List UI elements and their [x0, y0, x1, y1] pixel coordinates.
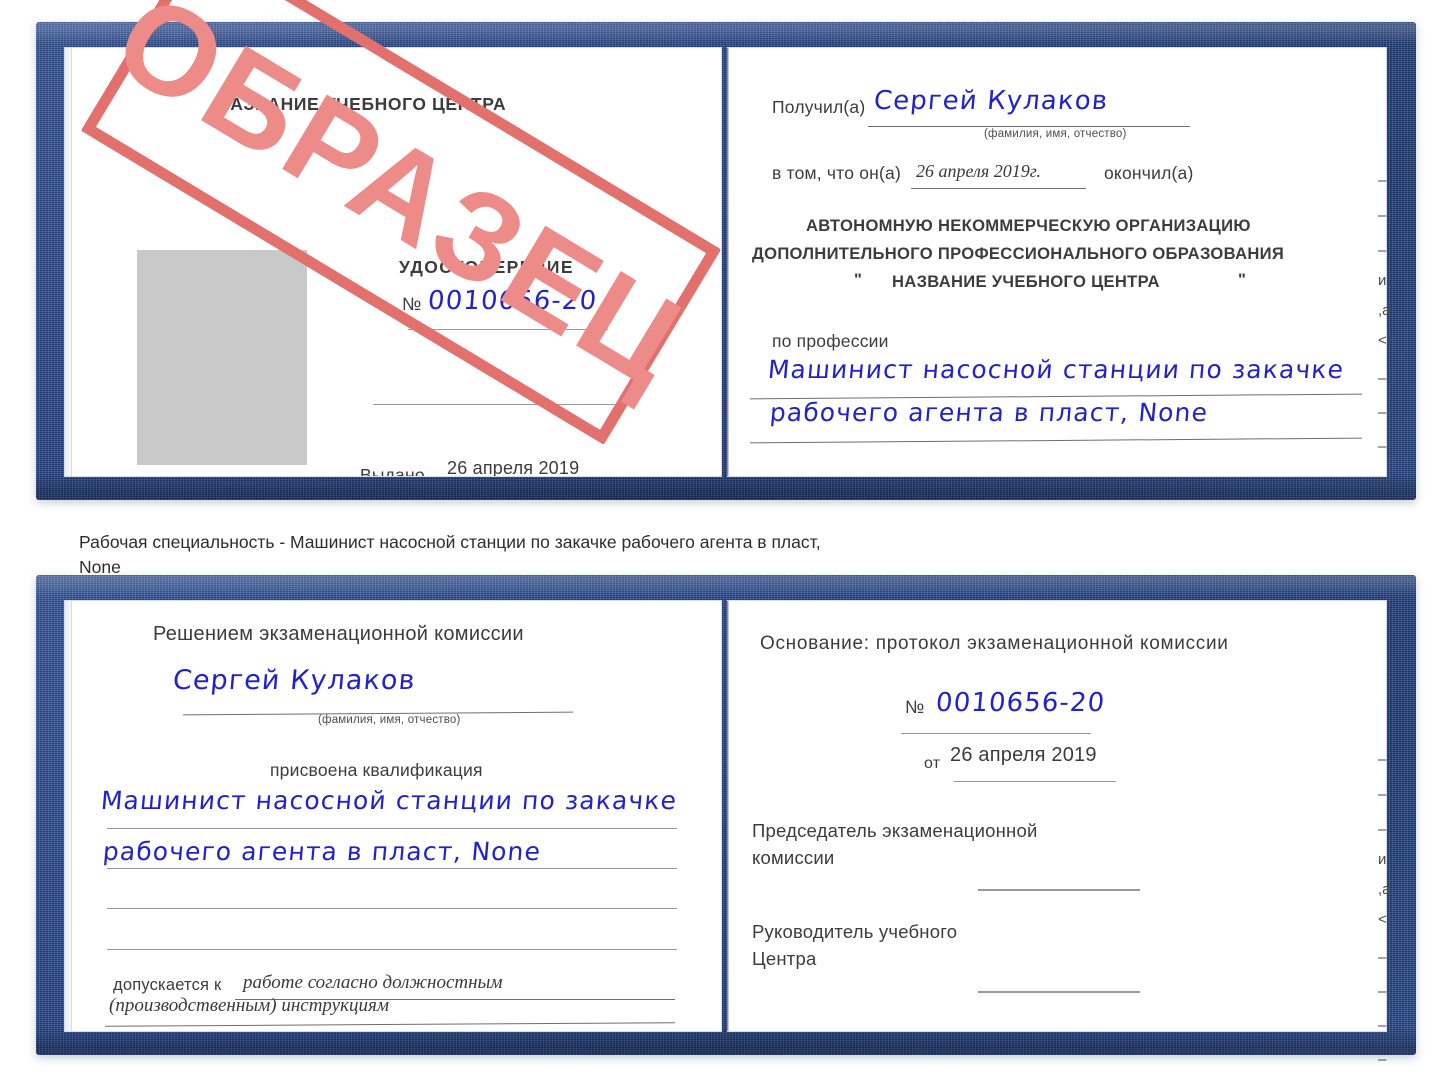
finished-label: окончил(а)	[1104, 163, 1194, 183]
edge-mark: –	[1378, 404, 1387, 421]
commission-decision-heading: Решением экзаменационной комиссии	[153, 623, 524, 645]
certificate-bottom-booklet: Решением экзаменационной комиссии Сергей…	[36, 575, 1416, 1068]
photo-placeholder	[137, 250, 307, 465]
chairman-line-2: комиссии	[752, 847, 835, 868]
received-underline	[868, 126, 1190, 127]
booklet-spine-bottom	[726, 601, 729, 1031]
edge-mark: и	[1378, 272, 1387, 289]
organization-line-2: ДОПОЛНИТЕЛЬНОГО ПРОФЕССИОНАЛЬНОГО ОБРАЗО…	[752, 244, 1285, 263]
edge-mark: –	[1378, 370, 1387, 387]
decision-name-value: Сергей Кулаков	[171, 665, 417, 696]
qualification-rule-3	[107, 908, 677, 909]
number-underline	[408, 329, 608, 330]
profession-line-1: Машинист насосной станции по закачке	[766, 355, 1346, 384]
edge-mark: –	[1378, 751, 1387, 768]
profession-underline-2	[750, 437, 1362, 444]
edge-mark: –	[1378, 1017, 1387, 1034]
protocol-date-value: 26 апреля 2019	[950, 744, 1097, 766]
admitted-line-1: работе согласно должностным	[243, 972, 503, 993]
booklet-spine-top	[726, 48, 729, 476]
issued-date-value: 26 апреля 2019	[447, 458, 580, 476]
document-title: УДОСТОВЕРЕНИЕ	[399, 257, 574, 277]
page-leaf-sliver	[65, 601, 72, 1031]
page-caption: Рабочая специальность - Машинист насосно…	[79, 532, 821, 577]
edge-mark: –	[1378, 1051, 1387, 1068]
fio-hint-top: (фамилия, имя, отчество)	[984, 128, 1127, 140]
organization-quote-open: "	[854, 270, 863, 289]
qualification-line-2: рабочего агента в пласт, None	[101, 837, 543, 866]
edge-mark: ,а	[1378, 881, 1391, 898]
admitted-rule-2	[105, 1022, 675, 1027]
completion-date-underline	[911, 188, 1086, 189]
edge-mark: ,а	[1378, 302, 1391, 319]
organization-line-1: АВТОНОМНУЮ НЕКОММЕРЧЕСКУЮ ОРГАНИЗАЦИЮ	[806, 216, 1251, 235]
blank-line-1	[373, 404, 615, 405]
edge-mark: –	[1378, 207, 1387, 224]
profession-label: по профессии	[772, 331, 889, 351]
qualification-rule-1	[107, 828, 677, 829]
qualification-label: присвоена квалификация	[270, 760, 483, 780]
qualification-line-1: Машинист насосной станции по закачке	[99, 786, 679, 815]
qualification-rule-4	[107, 949, 677, 950]
certificate-top-right-page: Получил(а) Сергей Кулаков (фамилия, имя,…	[728, 48, 1386, 476]
protocol-number-underline	[901, 733, 1091, 734]
edge-mark: –	[1378, 949, 1387, 966]
certificate-bottom-left-page: Решением экзаменационной комиссии Сергей…	[65, 601, 721, 1031]
received-name-value: Сергей Кулаков	[872, 86, 1110, 116]
chairman-line-1: Председатель экзаменационной	[752, 820, 1038, 841]
edge-mark: –	[1378, 172, 1387, 189]
protocol-number-value: 0010656-20	[934, 688, 1107, 718]
edge-mark: <-	[1378, 911, 1392, 928]
certificate-top-booklet: НАЗВАНИЕ УЧЕБНОГО ЦЕНТРА УДОСТОВЕРЕНИЕ №…	[36, 22, 1416, 500]
protocol-date-underline	[954, 781, 1116, 782]
organization-line-3: НАЗВАНИЕ УЧЕБНОГО ЦЕНТРА	[892, 272, 1160, 291]
basis-label: Основание: протокол экзаменационной коми…	[760, 633, 1229, 654]
completion-date-value: 26 апреля 2019г.	[916, 161, 1042, 181]
received-label: Получил(а)	[772, 97, 866, 117]
admitted-line-2: (производственным) инструкциям	[109, 995, 389, 1016]
edge-mark: –	[1378, 438, 1387, 455]
head-of-center-signature-line	[978, 991, 1140, 993]
protocol-date-prefix: от	[924, 755, 941, 772]
head-of-center-line-1: Руководитель учебного	[752, 921, 958, 942]
edge-mark: –	[1378, 786, 1387, 803]
certificate-number-value: 0010656-20	[426, 286, 599, 316]
certificate-top-left-page: НАЗВАНИЕ УЧЕБНОГО ЦЕНТРА УДОСТОВЕРЕНИЕ №…	[65, 48, 721, 476]
edge-mark: <-	[1378, 332, 1392, 349]
chairman-signature-line	[978, 889, 1140, 891]
fio-hint-bottom: (фамилия, имя, отчество)	[318, 714, 461, 726]
page-leaf-sliver	[65, 48, 72, 476]
edge-mark: и	[1378, 851, 1387, 868]
in-that-label: в том, что он(а)	[772, 163, 901, 183]
head-of-center-line-2: Центра	[752, 948, 817, 969]
number-symbol: №	[402, 294, 422, 314]
edge-mark: –	[1378, 242, 1387, 259]
organization-quote-close: "	[1238, 270, 1247, 289]
profession-line-2: рабочего агента в пласт, None	[768, 398, 1210, 427]
edge-mark: –	[1378, 983, 1387, 1000]
training-center-name-top: НАЗВАНИЕ УЧЕБНОГО ЦЕНТРА	[217, 94, 507, 114]
issued-label: Выдано	[360, 465, 425, 476]
qualification-rule-2	[107, 868, 677, 869]
edge-mark: –	[1378, 821, 1387, 838]
protocol-number-symbol: №	[905, 697, 925, 717]
certificate-bottom-right-page: Основание: протокол экзаменационной коми…	[728, 601, 1386, 1031]
admitted-label: допускается к	[113, 976, 222, 994]
edge-mark: –	[1378, 472, 1387, 489]
